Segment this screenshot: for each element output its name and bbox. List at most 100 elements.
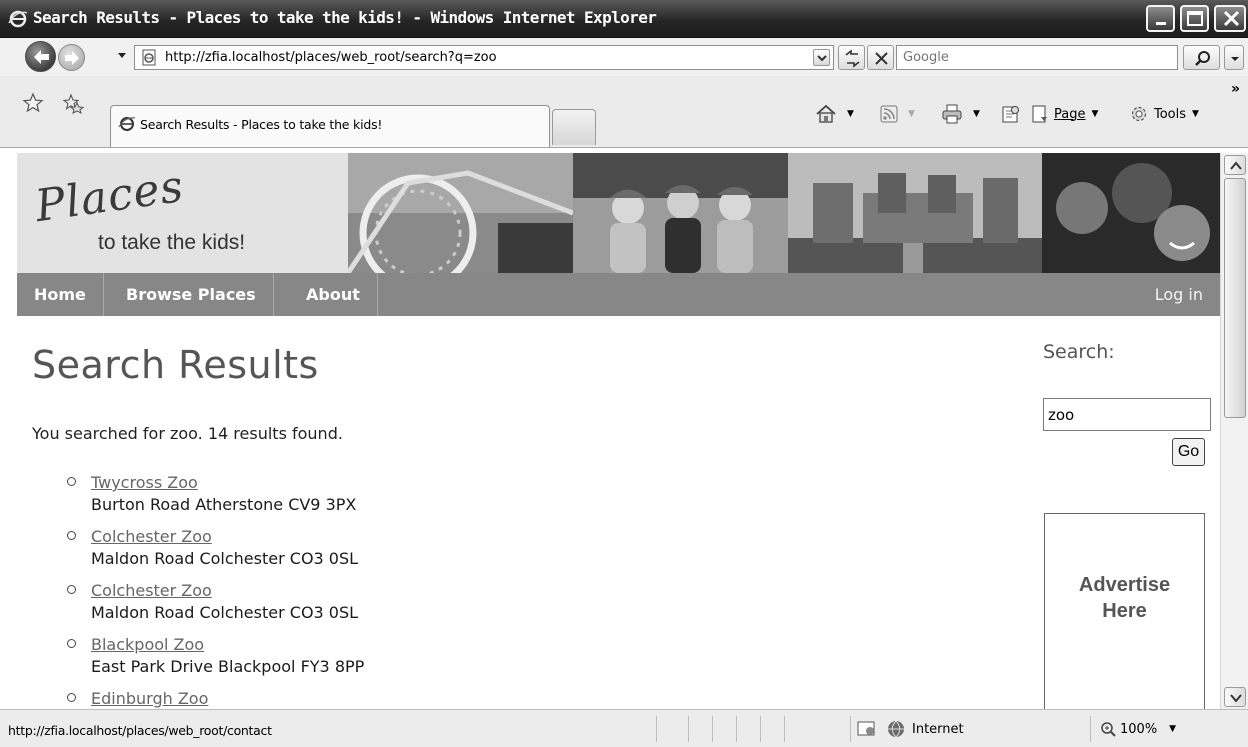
result-address: Maldon Road Colchester CO3 0SL	[91, 549, 359, 568]
search-provider-input[interactable]	[903, 48, 1173, 67]
page-icon	[142, 49, 156, 66]
ad-line-1: Advertise	[1078, 574, 1171, 596]
page-icon	[1032, 105, 1047, 123]
search-summary: You searched for zoo. 14 results found.	[32, 424, 343, 443]
status-divider	[736, 716, 737, 742]
tab-label: Search Results - Places to take the kids…	[140, 117, 383, 132]
vertical-scrollbar[interactable]	[1220, 153, 1248, 709]
nav-browse-places[interactable]: Browse Places	[109, 273, 274, 316]
chevron-down-icon	[1230, 694, 1242, 703]
list-item: Edinburgh Zoo	[65, 688, 364, 709]
page-title: Search Results	[32, 343, 319, 387]
result-link[interactable]: Twycross Zoo	[91, 472, 364, 494]
stop-icon	[875, 52, 888, 65]
add-favorites-icon[interactable]	[62, 92, 86, 114]
site-header: Places to take the kids!	[17, 153, 1220, 273]
scroll-up-button[interactable]	[1224, 155, 1246, 175]
nav-home[interactable]: Home	[17, 273, 104, 316]
research-icon	[1002, 106, 1019, 123]
tab-toolbar: Search Results - Places to take the kids…	[0, 76, 1248, 148]
ie-logo-icon	[8, 10, 28, 28]
result-address: East Park Drive Blackpool FY3 8PP	[91, 657, 365, 676]
results-list: Twycross Zoo Burton Road Atherstone CV9 …	[65, 472, 364, 709]
forward-arrow-icon	[65, 51, 79, 65]
result-address: Burton Road Atherstone CV9 3PX	[91, 495, 357, 514]
result-link[interactable]: Colchester Zoo	[91, 580, 364, 602]
back-arrow-icon	[34, 50, 49, 64]
url-dropdown-button[interactable]	[813, 49, 830, 66]
home-button[interactable]: ▼	[815, 103, 854, 125]
scrollbar-thumb[interactable]	[1224, 178, 1246, 418]
chevron-down-icon: ▼	[847, 109, 854, 119]
children-winter-photo	[573, 153, 788, 273]
status-bar: http://zfia.localhost/places/web_root/co…	[0, 709, 1248, 747]
status-divider	[760, 716, 761, 742]
print-icon	[942, 104, 962, 124]
stop-button[interactable]	[867, 45, 894, 70]
tools-menu[interactable]: Tools ▼	[1128, 103, 1199, 125]
address-field[interactable]	[134, 45, 834, 70]
close-button[interactable]	[1214, 5, 1246, 32]
zoom-icon	[1101, 722, 1116, 737]
result-link[interactable]: Colchester Zoo	[91, 526, 364, 548]
zoom-level: 100%	[1120, 721, 1158, 737]
list-item: Colchester Zoo Maldon Road Colchester CO…	[65, 526, 364, 570]
search-box[interactable]	[896, 45, 1178, 70]
minimize-button[interactable]	[1146, 5, 1175, 32]
chevron-down-icon: ▼	[1192, 109, 1199, 119]
search-options-button[interactable]	[1224, 45, 1244, 70]
print-button[interactable]: ▼	[941, 103, 980, 125]
chevron-down-icon: ▼	[973, 109, 980, 119]
sidebar-search-label: Search:	[1043, 341, 1115, 363]
go-button[interactable]: Go	[1172, 438, 1205, 466]
result-link[interactable]: Blackpool Zoo	[91, 634, 364, 656]
refresh-icon	[845, 49, 860, 68]
globe-icon	[888, 720, 904, 738]
security-zone[interactable]: Internet	[886, 719, 964, 739]
castle-photo	[788, 153, 1042, 273]
zone-label: Internet	[912, 721, 964, 737]
bullet-icon	[67, 693, 76, 702]
title-bar: Search Results - Places to take the kids…	[0, 0, 1248, 38]
ad-line-2: Here	[1102, 600, 1147, 622]
research-button[interactable]	[1000, 103, 1026, 125]
more-commands-icon[interactable]: »	[1231, 78, 1240, 100]
refresh-button[interactable]	[838, 45, 865, 70]
scroll-down-button[interactable]	[1224, 687, 1246, 707]
feeds-button[interactable]: ▼	[880, 103, 915, 125]
url-input[interactable]	[165, 48, 785, 67]
protected-mode-icon[interactable]	[857, 720, 877, 738]
sidebar-search-input[interactable]	[1043, 398, 1211, 431]
maximize-icon	[1187, 11, 1203, 26]
maximize-button[interactable]	[1180, 5, 1209, 32]
list-item: Twycross Zoo Burton Road Atherstone CV9 …	[65, 472, 364, 516]
rollercoaster-photo	[348, 153, 573, 273]
status-url: http://zfia.localhost/places/web_root/co…	[8, 723, 272, 738]
back-button[interactable]	[25, 41, 56, 72]
result-link[interactable]: Edinburgh Zoo	[91, 688, 364, 709]
login-link[interactable]: Log in	[1155, 273, 1203, 316]
site-nav: Home Browse Places About Log in	[17, 273, 1220, 316]
chevron-down-icon: ▼	[1169, 724, 1177, 734]
zoom-control[interactable]: 100% ▼	[1100, 721, 1176, 737]
status-divider	[688, 716, 689, 742]
result-address: Maldon Road Colchester CO3 0SL	[91, 603, 359, 622]
page-menu[interactable]: Page ▼	[1030, 103, 1098, 125]
history-dropdown-icon[interactable]	[117, 52, 127, 60]
forward-button[interactable]	[58, 44, 85, 71]
new-tab-button[interactable]	[552, 109, 596, 145]
minimize-icon	[1156, 22, 1166, 25]
nav-about[interactable]: About	[289, 273, 378, 316]
tab-search-results[interactable]: Search Results - Places to take the kids…	[110, 105, 550, 147]
chevron-down-icon	[1231, 57, 1239, 61]
page-viewport: Places to take the kids! Home Browse Pla…	[17, 153, 1220, 709]
ad-text: Advertise Here	[1045, 572, 1204, 624]
advertisement-box[interactable]: Advertise Here	[1044, 513, 1205, 709]
favorites-star-icon[interactable]	[22, 92, 44, 114]
status-divider	[656, 716, 657, 742]
search-button[interactable]	[1183, 45, 1220, 70]
address-toolbar	[0, 38, 1248, 76]
status-divider	[1090, 716, 1091, 742]
status-divider	[850, 716, 851, 742]
list-item: Blackpool Zoo East Park Drive Blackpool …	[65, 634, 364, 678]
